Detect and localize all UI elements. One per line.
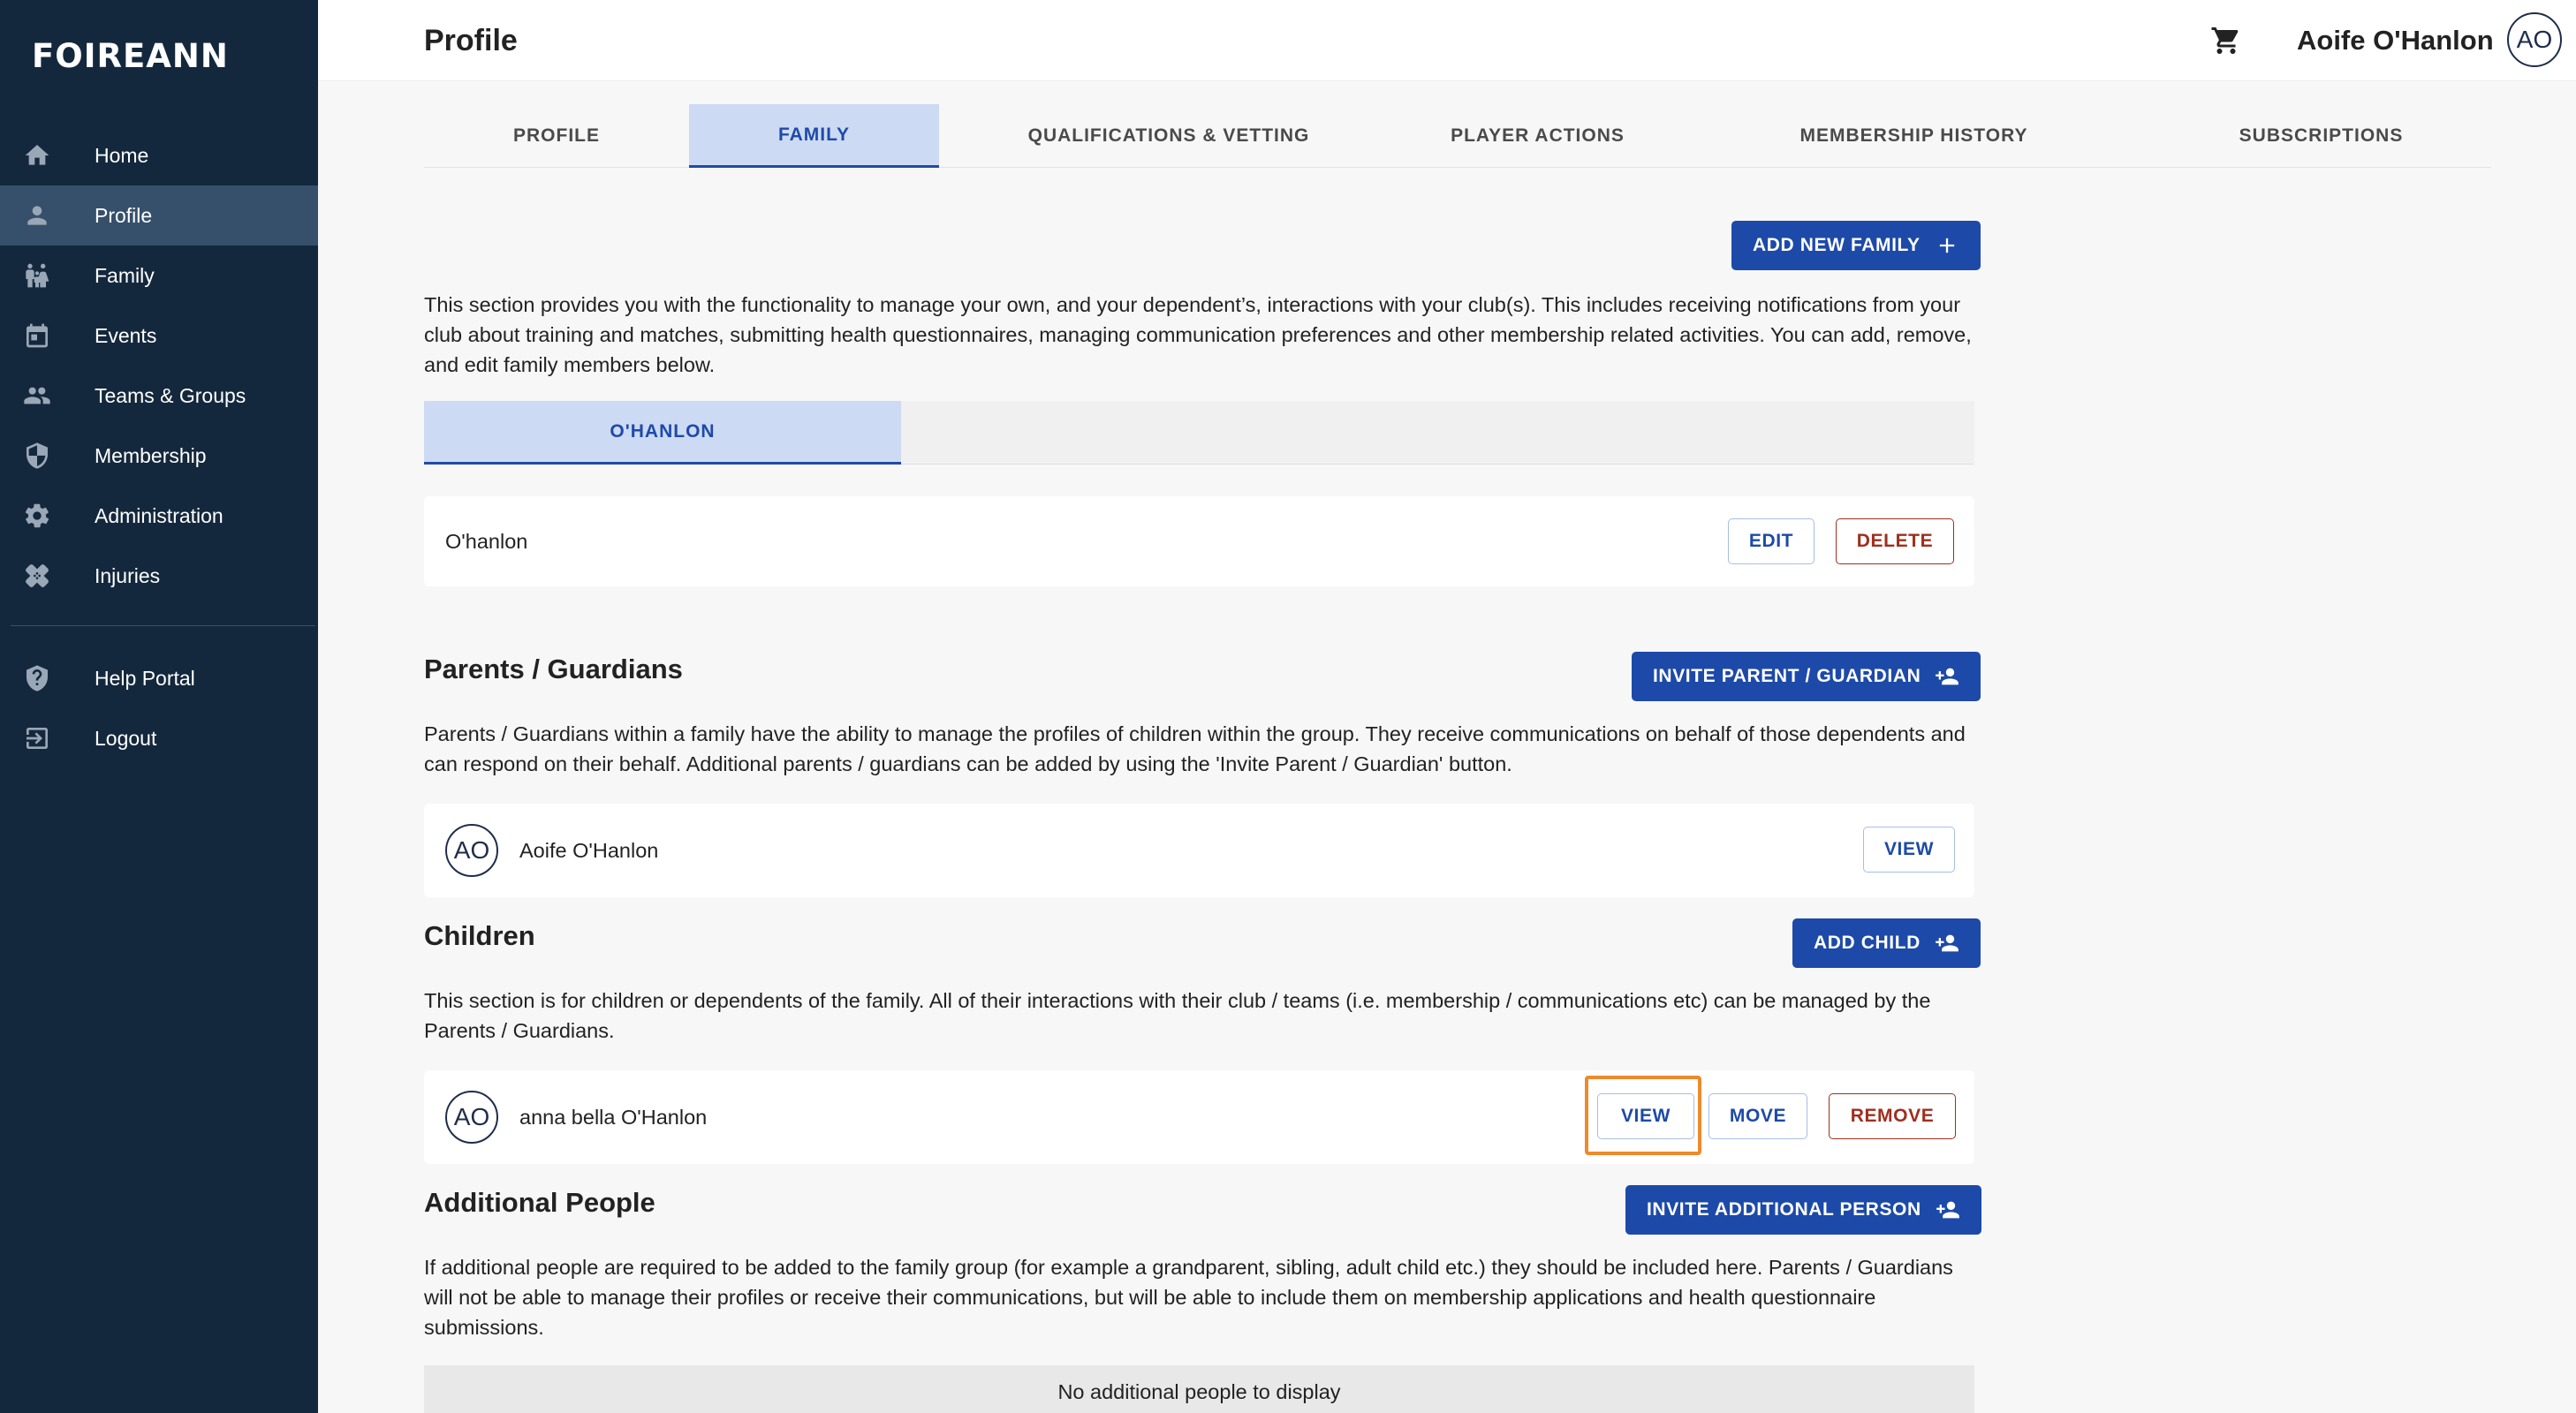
additional-people-title: Additional People <box>424 1187 655 1218</box>
sidebar: FOIREANN Home Profile Family Events Team… <box>0 0 318 1413</box>
sidebar-item-injuries[interactable]: Injuries <box>0 546 318 606</box>
sidebar-item-label: Home <box>95 143 149 167</box>
sidebar-item-help-portal[interactable]: Help Portal <box>0 648 318 708</box>
logout-icon <box>21 722 53 754</box>
view-parent-button[interactable]: VIEW <box>1863 827 1955 873</box>
sidebar-secondary-nav: Help Portal Logout <box>0 648 318 768</box>
tab-family-ohanlon[interactable]: O'HANLON <box>424 401 901 465</box>
family-tabs: O'HANLON <box>424 401 1974 465</box>
child-name: anna bella O'Hanlon <box>519 1105 708 1129</box>
sidebar-item-label: Profile <box>95 203 153 227</box>
tab-subscriptions[interactable]: SUBSCRIPTIONS <box>2151 104 2491 168</box>
sidebar-item-label: Membership <box>95 443 207 467</box>
button-label: ADD NEW FAMILY <box>1753 235 1921 255</box>
sidebar-item-label: Administration <box>95 503 224 527</box>
family-icon <box>21 260 53 291</box>
person-add-icon <box>1936 1201 1959 1219</box>
invite-parent-guardian-button[interactable]: INVITE PARENT / GUARDIAN <box>1632 652 1981 701</box>
sidebar-item-events[interactable]: Events <box>0 306 318 366</box>
sidebar-item-profile[interactable]: Profile <box>0 185 318 246</box>
help-icon <box>21 662 53 694</box>
parents-guardians-title: Parents / Guardians <box>424 654 683 684</box>
tab-family[interactable]: FAMILY <box>689 104 939 168</box>
person-add-icon <box>1936 668 1959 685</box>
delete-family-button[interactable]: DELETE <box>1836 518 1954 564</box>
parent-name: Aoife O'Hanlon <box>519 838 659 862</box>
sidebar-item-logout[interactable]: Logout <box>0 708 318 768</box>
shield-icon <box>21 440 53 472</box>
avatar[interactable]: AO <box>2507 12 2562 67</box>
additional-description: If additional people are required to be … <box>424 1256 1953 1339</box>
sidebar-item-label: Logout <box>95 726 157 750</box>
sidebar-item-label: Family <box>95 263 155 287</box>
sidebar-item-membership[interactable]: Membership <box>0 426 318 486</box>
invite-additional-person-button[interactable]: INVITE ADDITIONAL PERSON <box>1625 1185 1981 1235</box>
empty-additional-people: No additional people to display <box>424 1365 1974 1413</box>
sidebar-item-teams-groups[interactable]: Teams & Groups <box>0 366 318 426</box>
add-new-family-button[interactable]: ADD NEW FAMILY <box>1731 221 1981 270</box>
brand-logo[interactable]: FOIREANN <box>32 37 229 75</box>
user-name[interactable]: Aoife O'Hanlon <box>2297 25 2494 57</box>
sidebar-item-family[interactable]: Family <box>0 246 318 306</box>
edit-family-button[interactable]: EDIT <box>1728 518 1815 564</box>
button-label: INVITE PARENT / GUARDIAN <box>1653 666 1921 686</box>
sidebar-item-label: Events <box>95 323 157 347</box>
tab-qualifications-vetting[interactable]: QUALIFICATIONS & VETTING <box>939 104 1398 168</box>
cart-icon[interactable] <box>2210 25 2242 57</box>
family-name: O'hanlon <box>445 529 528 553</box>
avatar: AO <box>445 1091 498 1144</box>
plus-icon <box>1939 238 1954 253</box>
parent-card: AO Aoife O'Hanlon VIEW <box>424 804 1974 897</box>
avatar: AO <box>445 824 498 877</box>
family-intro-text: This section provides you with the funct… <box>424 293 1972 376</box>
view-button-highlight <box>1585 1076 1701 1155</box>
sidebar-nav: Home Profile Family Events Teams & Group… <box>0 125 318 606</box>
family-card: O'hanlon EDIT DELETE <box>424 496 1974 586</box>
button-label: ADD CHILD <box>1814 933 1921 953</box>
home-icon <box>21 140 53 171</box>
children-title: Children <box>424 920 535 951</box>
top-header: Profile Aoife O'Hanlon AO <box>318 0 2576 81</box>
tab-player-actions[interactable]: PLAYER ACTIONS <box>1398 104 1677 168</box>
profile-tabs: PROFILE FAMILY QUALIFICATIONS & VETTING … <box>424 104 2491 168</box>
person-icon <box>21 200 53 231</box>
sidebar-item-label: Injuries <box>95 563 161 587</box>
calendar-icon <box>21 320 53 351</box>
person-add-icon <box>1936 934 1959 952</box>
button-label: INVITE ADDITIONAL PERSON <box>1647 1199 1921 1220</box>
move-child-button[interactable]: MOVE <box>1708 1093 1807 1139</box>
children-description: This section is for children or dependen… <box>424 989 1931 1042</box>
sidebar-item-home[interactable]: Home <box>0 125 318 185</box>
tab-profile[interactable]: PROFILE <box>424 104 689 168</box>
parents-description: Parents / Guardians within a family have… <box>424 722 1966 775</box>
remove-child-button[interactable]: REMOVE <box>1829 1093 1956 1139</box>
sidebar-item-label: Help Portal <box>95 666 195 690</box>
tab-membership-history[interactable]: MEMBERSHIP HISTORY <box>1677 104 2151 168</box>
page-title: Profile <box>424 24 518 57</box>
sidebar-divider <box>11 625 315 626</box>
bandage-icon <box>21 560 53 592</box>
group-icon <box>21 380 53 412</box>
add-child-button[interactable]: ADD CHILD <box>1792 918 1981 968</box>
child-card: AO anna bella O'Hanlon VIEW MOVE REMOVE <box>424 1070 1974 1164</box>
sidebar-item-administration[interactable]: Administration <box>0 486 318 546</box>
sidebar-item-label: Teams & Groups <box>95 383 246 407</box>
gear-icon <box>21 500 53 532</box>
